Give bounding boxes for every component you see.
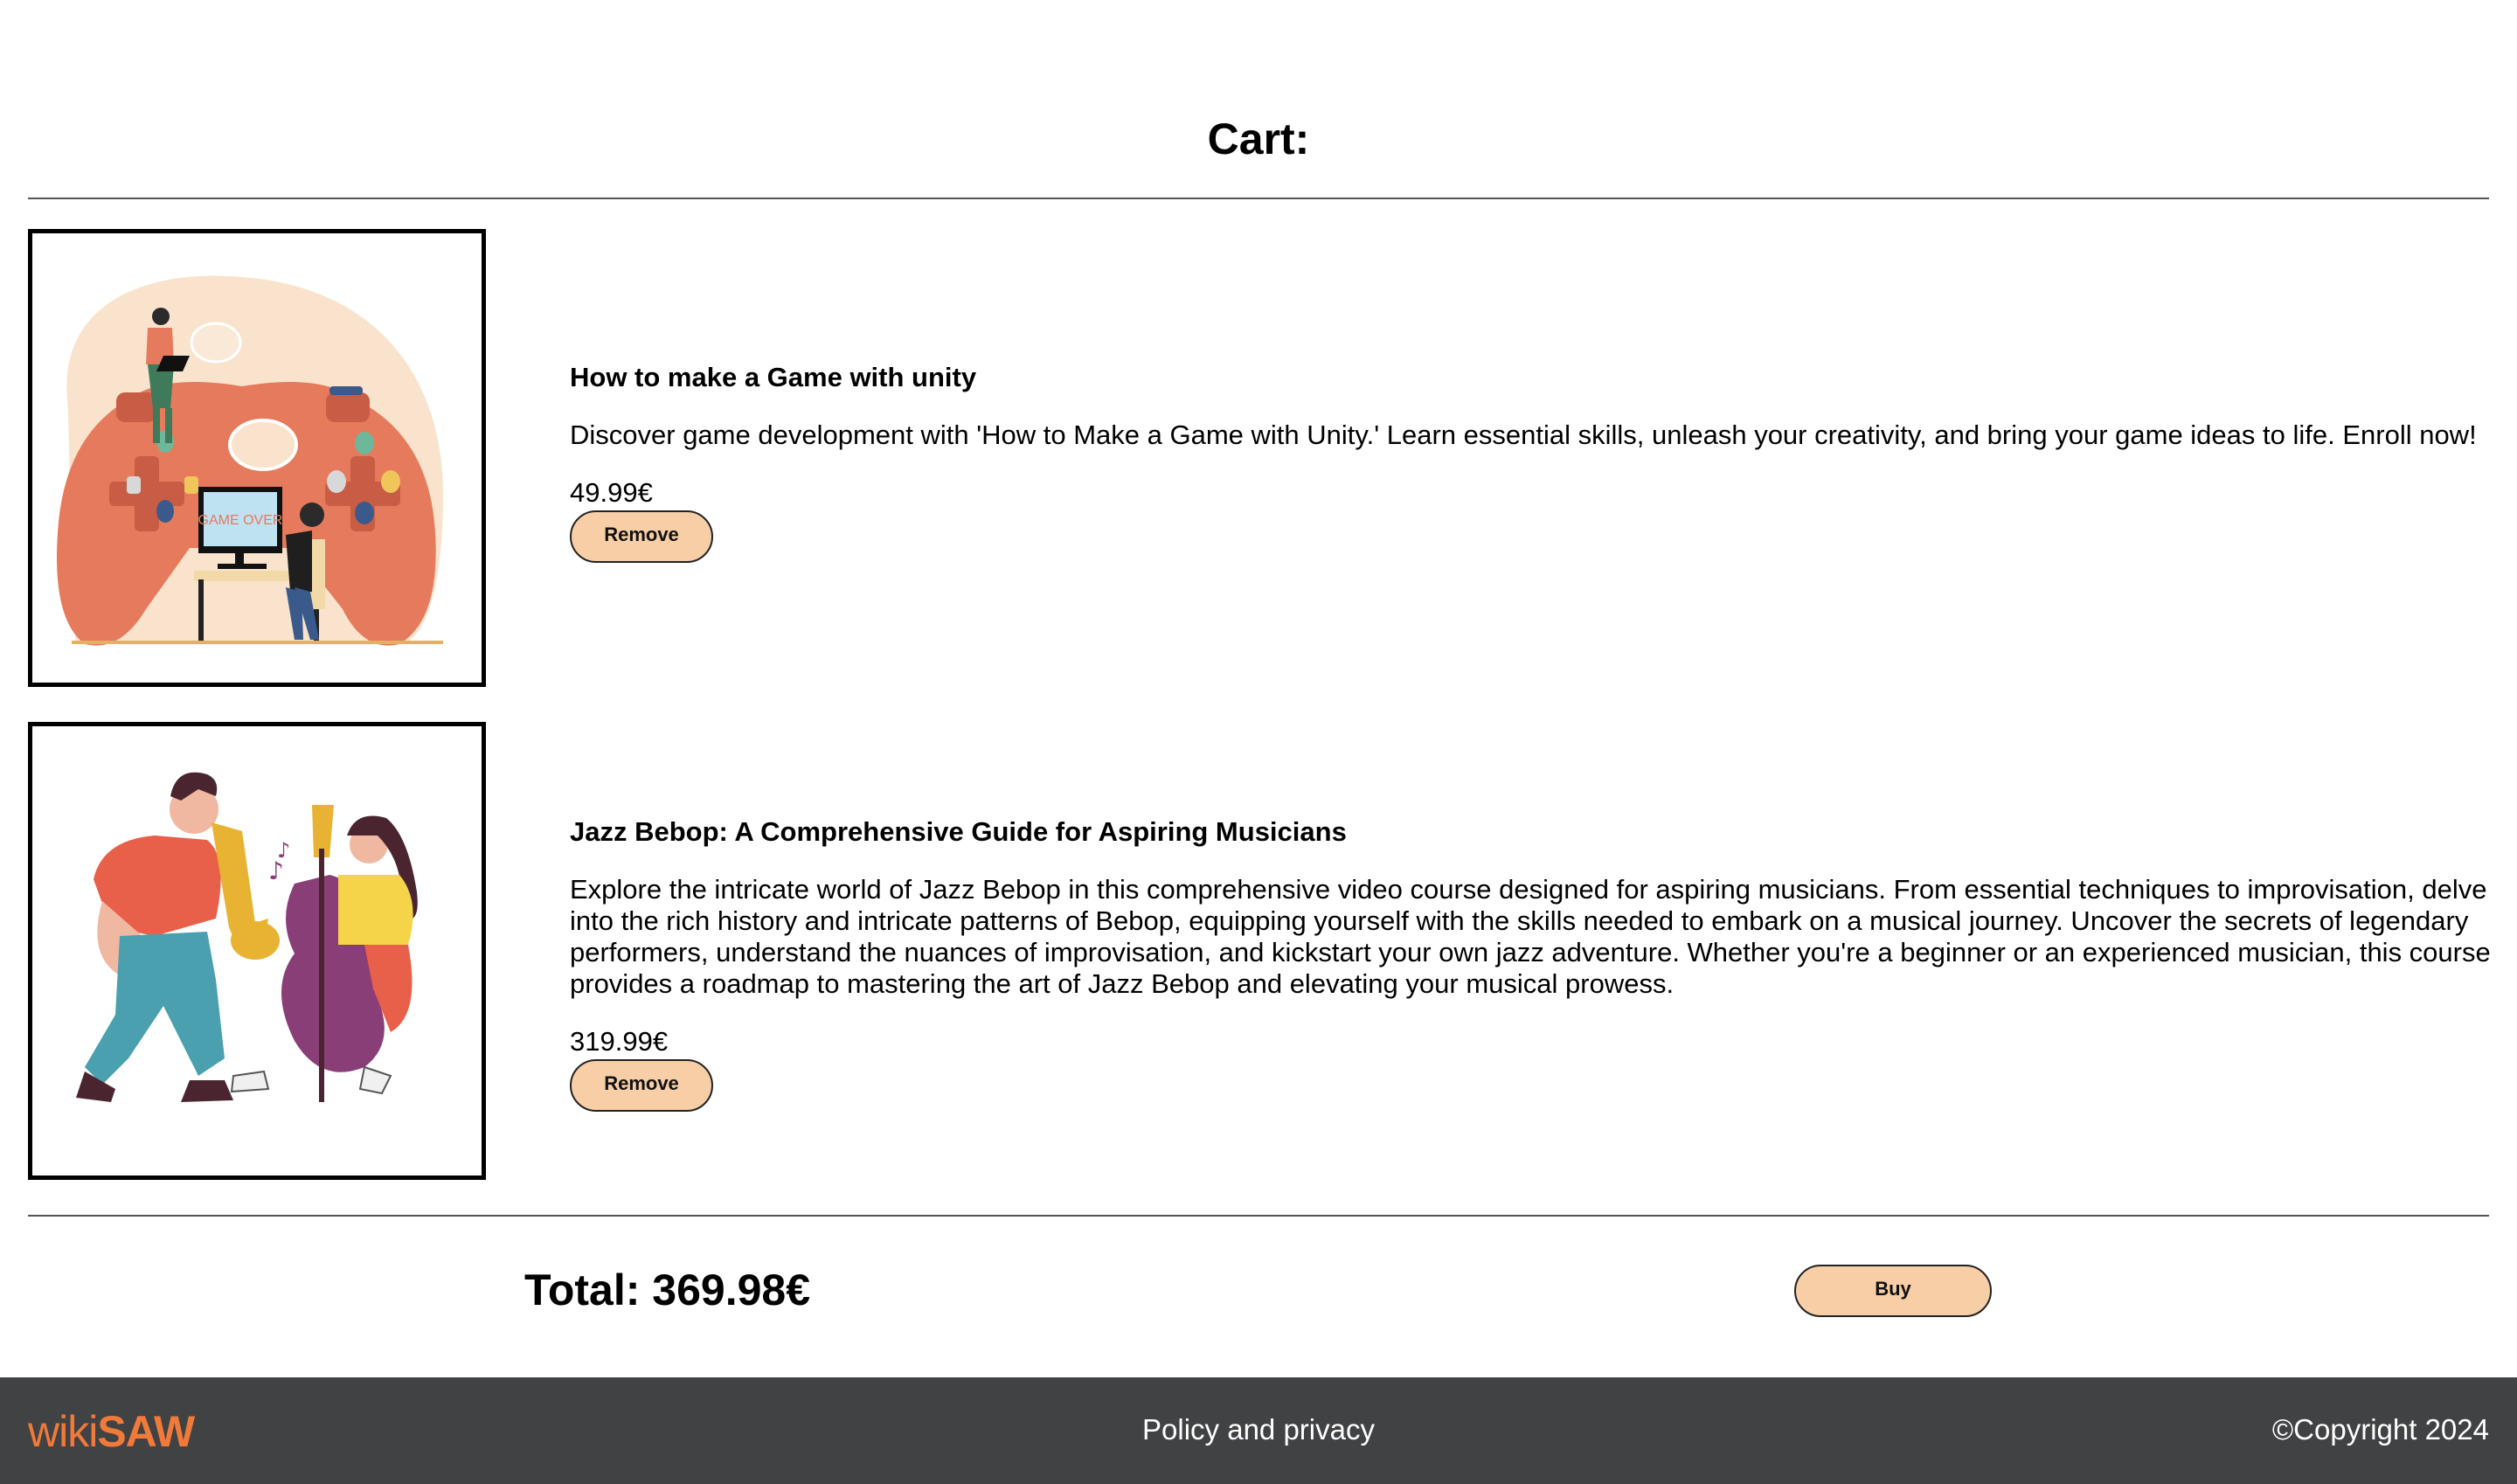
policy-link-wrapper: Policy and privacy xyxy=(0,1412,2517,1447)
cart-item: GAME OVER How to make a Game with unity … xyxy=(28,229,2489,687)
wikisaw-logo[interactable]: wikiSAW xyxy=(28,1407,195,1456)
policy-and-privacy-link[interactable]: Policy and privacy xyxy=(1142,1413,1375,1446)
item-title[interactable]: How to make a Game with unity xyxy=(570,360,2501,395)
remove-button[interactable]: Remove xyxy=(570,1059,713,1112)
item-price: 49.99€ xyxy=(570,477,653,508)
item-details: How to make a Game with unity Discover g… xyxy=(570,360,2501,563)
item-description: Explore the intricate world of Jazz Bebo… xyxy=(570,874,2491,999)
item-description: Discover game development with 'How to M… xyxy=(570,420,2477,450)
svg-text:♪: ♪ xyxy=(277,838,290,863)
game-over-text: GAME OVER xyxy=(198,513,283,528)
cart-item: ♪ ♪ Jazz Bebop: A Comprehensive Guide fo… xyxy=(28,722,2491,1180)
footer: wikiSAW Policy and privacy ©Copyright 20… xyxy=(0,1377,2517,1484)
logo-suffix: SAW xyxy=(97,1407,195,1456)
item-details: Jazz Bebop: A Comprehensive Guide for As… xyxy=(570,815,2501,1112)
item-price: 319.99€ xyxy=(570,1026,669,1057)
buy-button[interactable]: Buy xyxy=(1794,1265,1992,1317)
jazz-musicians-illustration: ♪ ♪ xyxy=(76,772,418,1102)
divider xyxy=(28,1215,2489,1217)
copyright-text: ©Copyright 2024 xyxy=(2271,1413,2489,1446)
page-title: Cart: xyxy=(1207,114,1310,163)
divider xyxy=(28,198,2489,199)
remove-button[interactable]: Remove xyxy=(570,510,713,563)
game-controller-illustration: GAME OVER xyxy=(57,275,444,646)
course-image-jazz[interactable]: ♪ ♪ xyxy=(28,722,486,1180)
cart-page: Cart: GAME OVER How to make a Game with … xyxy=(0,0,2517,1484)
logo-prefix: wiki xyxy=(28,1407,98,1456)
course-image-game[interactable]: GAME OVER xyxy=(28,229,486,687)
item-title[interactable]: Jazz Bebop: A Comprehensive Guide for As… xyxy=(570,815,2501,849)
cart-total: Total: 369.98€ xyxy=(524,1266,811,1314)
